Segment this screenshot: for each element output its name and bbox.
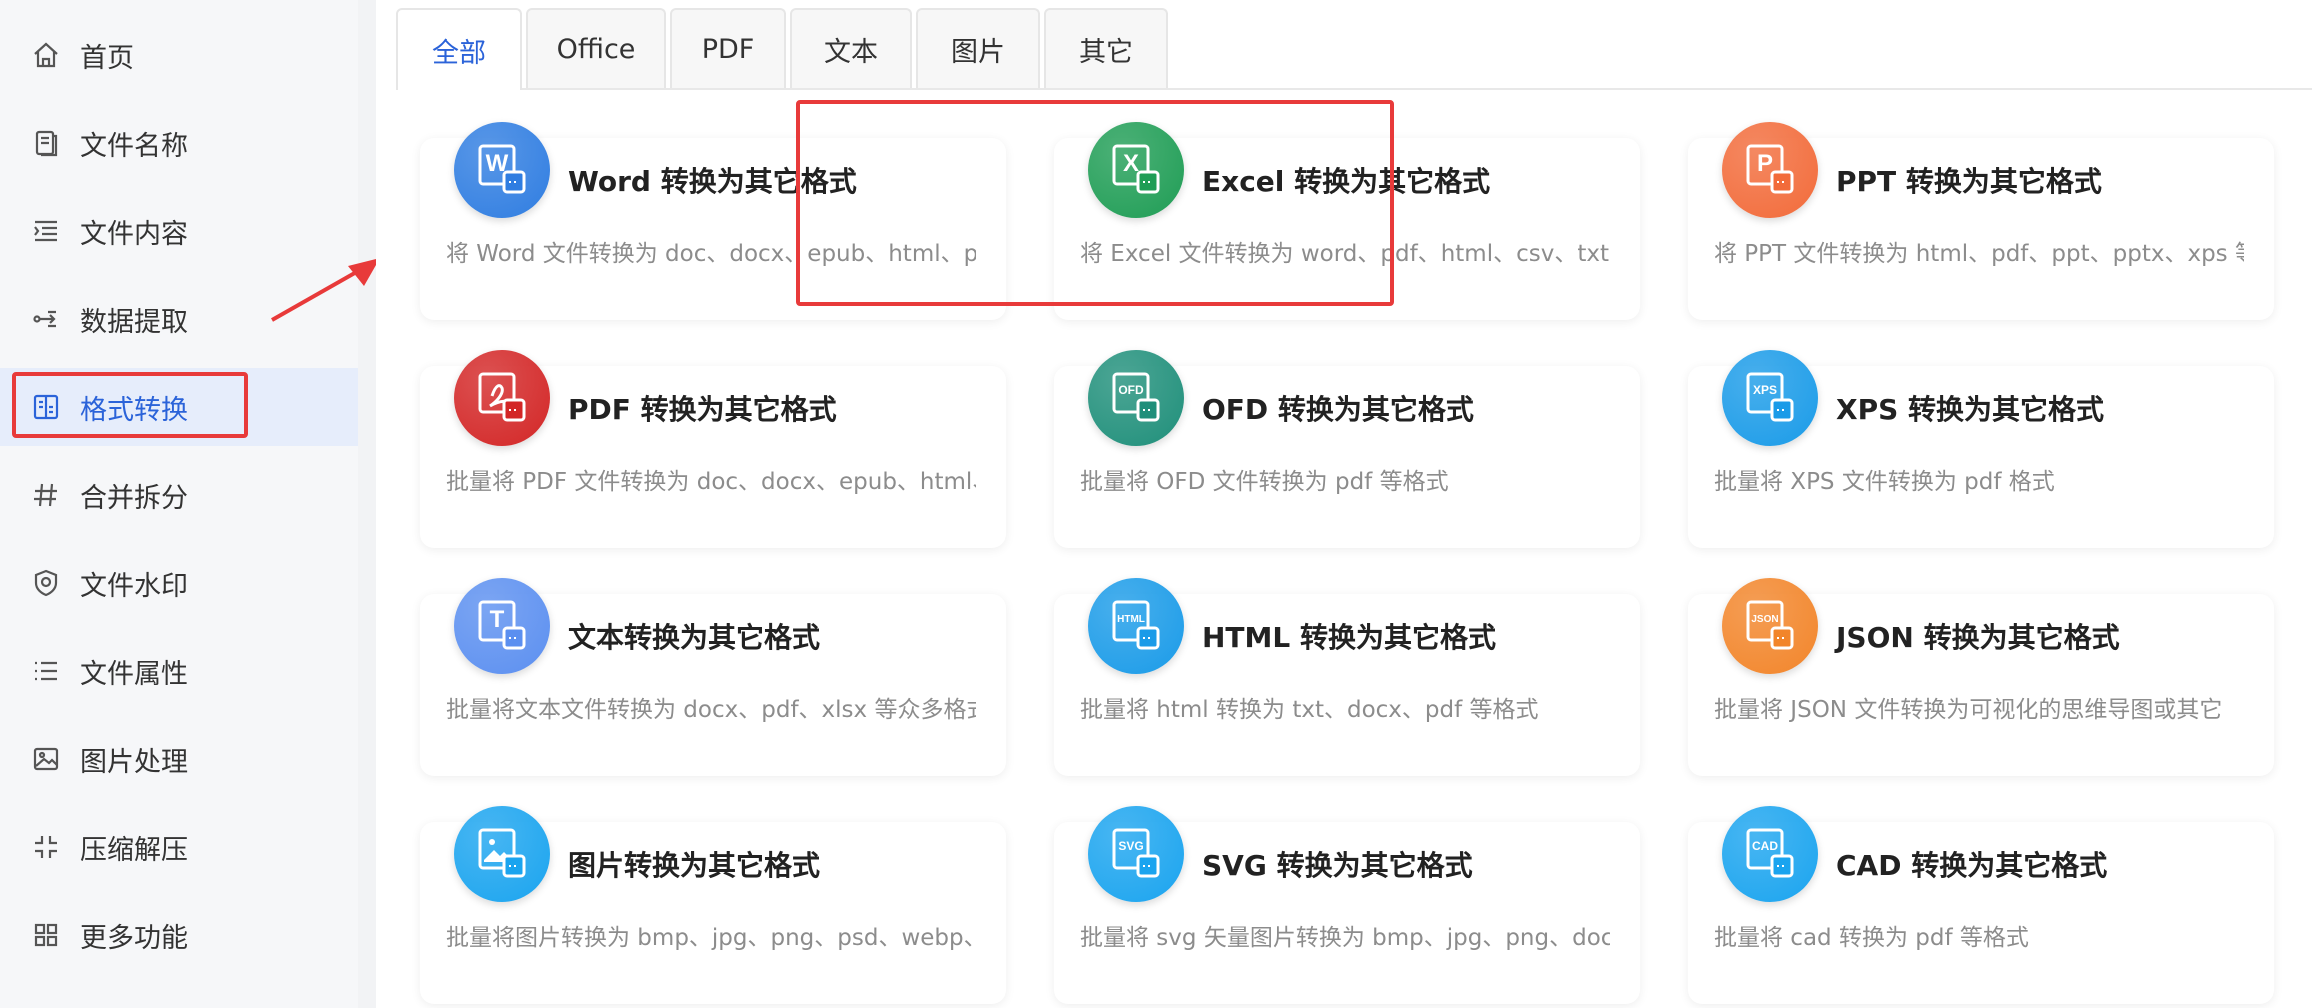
image-process-icon [30, 743, 62, 775]
card-title: CAD 转换为其它格式 [1836, 849, 2108, 882]
badge-text: OFD [1118, 383, 1144, 397]
card-description: 批量将 cad 转换为 pdf 等格式 [1714, 925, 2029, 951]
badge-text: P [1757, 150, 1773, 177]
tab-pdf[interactable]: PDF [670, 8, 786, 88]
card-description: 批量将文本文件转换为 docx、pdf、xlsx 等众多格式 [446, 697, 976, 723]
badge-text: CAD [1752, 839, 1778, 853]
home-icon [30, 39, 62, 71]
card-title: SVG 转换为其它格式 [1202, 849, 1473, 882]
tab-text[interactable]: 文本 [790, 8, 912, 88]
sidebar-item-label: 首页 [80, 42, 134, 74]
tab-other[interactable]: 其它 [1044, 8, 1168, 88]
compress-icon [30, 831, 62, 863]
tab-label: 全部 [432, 37, 486, 69]
sidebar-item-file-name[interactable]: 文件名称 [0, 104, 358, 182]
sidebar-item-label: 文件属性 [80, 658, 188, 690]
html-convert-card[interactable]: HTML HTML 转换为其它格式批量将 html 转换为 txt、docx、pd… [1054, 578, 1640, 776]
card-title: 文本转换为其它格式 [568, 621, 821, 654]
tab-label: 图片 [951, 36, 1005, 68]
badge-text: T [490, 606, 505, 633]
sidebar-item-label: 压缩解压 [80, 834, 188, 866]
arrow-annotation [271, 258, 380, 322]
sidebar-item-watermark[interactable]: 文件水印 [0, 544, 358, 622]
pdf-convert-card[interactable]: PDF 转换为其它格式批量将 PDF 文件转换为 doc、docx、epub、h… [420, 350, 1006, 548]
card-title: HTML 转换为其它格式 [1202, 621, 1496, 654]
card-title: JSON 转换为其它格式 [1836, 621, 2120, 654]
sidebar-item-file-attributes[interactable]: 文件属性 [0, 632, 358, 710]
file-name-icon [30, 127, 62, 159]
file-content-icon [30, 215, 62, 247]
card-title: XPS 转换为其它格式 [1836, 393, 2105, 426]
more-features-icon [30, 919, 62, 951]
sidebar-item-label: 图片处理 [80, 746, 188, 778]
card-description: 批量将 PDF 文件转换为 doc、docx、epub、html、 [446, 469, 976, 495]
main-panel: 全部 Office PDF 文本 图片 其它 W Word 转换为其它格式将 Wo… [376, 0, 2312, 1008]
card-description: 批量将 XPS 文件转换为 pdf 格式 [1714, 469, 2055, 495]
merge-split-icon [30, 479, 62, 511]
card-title: PPT 转换为其它格式 [1836, 165, 2102, 198]
card-title: OFD 转换为其它格式 [1202, 393, 1474, 426]
card-title: PDF 转换为其它格式 [568, 393, 837, 426]
sidebar: 首页 文件名称 文件内容 数据提取 格式转换 合并拆分 文件水印 文件属性 图片… [0, 0, 358, 1008]
pdf-icon [454, 350, 550, 446]
ofd-icon: OFD [1088, 350, 1184, 446]
badge-text: JSON [1751, 614, 1778, 625]
text-convert-card[interactable]: T 文本转换为其它格式批量将文本文件转换为 docx、pdf、xlsx 等众多格式 [420, 578, 1006, 776]
card-description: 批量将 OFD 文件转换为 pdf 等格式 [1080, 469, 1449, 495]
card-description: 批量将图片转换为 bmp、jpg、png、psd、webp、 [446, 925, 976, 951]
sidebar-item-label: 合并拆分 [80, 482, 188, 514]
xps-convert-card[interactable]: XPS XPS 转换为其它格式批量将 XPS 文件转换为 pdf 格式 [1688, 350, 2274, 548]
tab-all[interactable]: 全部 [396, 8, 522, 90]
sidebar-item-more-features[interactable]: 更多功能 [0, 896, 358, 974]
badge-text: SVG [1118, 839, 1143, 853]
card-title: 图片转换为其它格式 [568, 849, 821, 882]
tab-label: Office [556, 33, 636, 65]
tab-office[interactable]: Office [526, 8, 666, 88]
sidebar-item-compress[interactable]: 压缩解压 [0, 808, 358, 886]
badge-text: HTML [1117, 614, 1145, 625]
xps-icon: XPS [1722, 350, 1818, 446]
html-icon: HTML [1088, 578, 1184, 674]
format-convert-highlight-box [12, 372, 248, 438]
sidebar-item-label: 文件内容 [80, 218, 188, 250]
category-tabs: 全部 Office PDF 文本 图片 其它 [396, 8, 2312, 90]
json-convert-card[interactable]: JSON JSON 转换为其它格式批量将 JSON 文件转换为可视化的思维导图或其… [1688, 578, 2274, 776]
watermark-icon [30, 567, 62, 599]
svg-convert-card[interactable]: SVG SVG 转换为其它格式批量将 svg 矢量图片转换为 bmp、jpg、pn… [1054, 806, 1640, 1004]
ofd-convert-card[interactable]: OFD OFD 转换为其它格式批量将 OFD 文件转换为 pdf 等格式 [1054, 350, 1640, 548]
cad-icon: CAD [1722, 806, 1818, 902]
card-description: 将 PPT 文件转换为 html、pdf、ppt、pptx、xps 等 [1714, 241, 2244, 267]
cad-convert-card[interactable]: CAD CAD 转换为其它格式批量将 cad 转换为 pdf 等格式 [1688, 806, 2274, 1004]
card-description: 批量将 html 转换为 txt、docx、pdf 等格式 [1080, 697, 1539, 723]
sidebar-item-label: 更多功能 [80, 922, 188, 954]
card-description: 批量将 JSON 文件转换为可视化的思维导图或其它 [1714, 697, 2223, 723]
word-icon: W [454, 122, 550, 218]
tab-image[interactable]: 图片 [916, 8, 1040, 88]
tab-label: 其它 [1079, 36, 1133, 68]
image-icon [454, 806, 550, 902]
data-extract-icon [30, 303, 62, 335]
sidebar-item-label: 文件水印 [80, 570, 188, 602]
sidebar-item-home[interactable]: 首页 [0, 16, 358, 94]
text-icon: T [454, 578, 550, 674]
file-attributes-icon [30, 655, 62, 687]
sidebar-item-label: 数据提取 [80, 306, 188, 338]
sidebar-item-image-process[interactable]: 图片处理 [0, 720, 358, 798]
sidebar-item-label: 文件名称 [80, 130, 188, 162]
ppt-icon: P [1722, 122, 1818, 218]
badge-text: XPS [1753, 383, 1777, 397]
json-icon: JSON [1722, 578, 1818, 674]
ppt-convert-card[interactable]: P PPT 转换为其它格式将 PPT 文件转换为 html、pdf、ppt、ppt… [1688, 122, 2274, 320]
tab-label: PDF [701, 33, 755, 65]
card-description: 批量将 svg 矢量图片转换为 bmp、jpg、png、doc [1080, 925, 1610, 951]
svg-icon: SVG [1088, 806, 1184, 902]
sidebar-item-merge-split[interactable]: 合并拆分 [0, 456, 358, 534]
tab-label: 文本 [824, 36, 878, 68]
word-card-highlight-box [796, 100, 1394, 306]
image-convert-card[interactable]: 图片转换为其它格式批量将图片转换为 bmp、jpg、png、psd、webp、 [420, 806, 1006, 1004]
